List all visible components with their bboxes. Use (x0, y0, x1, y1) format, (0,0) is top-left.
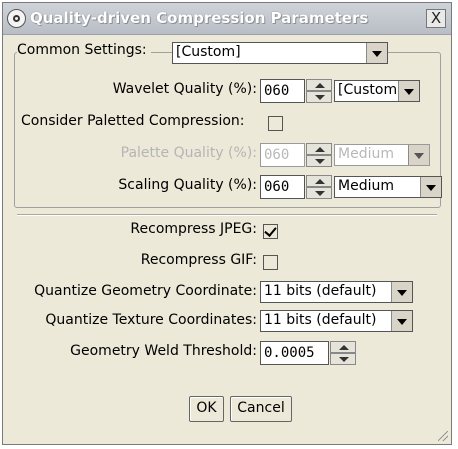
quantize-texture-label: Quantize Texture Coordinates: (45, 312, 257, 328)
paletted-compression-label: Consider Paletted Compression: (21, 113, 245, 129)
palette-quality-label: Palette Quality (%): (120, 145, 257, 161)
chevron-down-icon (391, 282, 412, 302)
scaling-quality-spinner[interactable] (306, 175, 332, 199)
palette-quality-spinner[interactable] (306, 143, 332, 167)
quantize-texture-dropdown[interactable]: 11 bits (default) (260, 310, 413, 332)
recompress-jpeg-label: Recompress JPEG: (130, 221, 257, 237)
chevron-down-icon (391, 311, 412, 331)
scaling-preset-value: Medium (338, 178, 394, 194)
resize-grip-icon[interactable] (438, 431, 448, 441)
spinner-down-icon[interactable] (306, 155, 332, 167)
chevron-down-icon (420, 177, 441, 197)
dialog-window: Quality-driven Compression Parameters X … (2, 2, 452, 445)
quantize-geometry-label: Quantize Geometry Coordinate: (34, 283, 257, 299)
ok-button[interactable]: OK (189, 396, 224, 422)
spinner-up-icon[interactable] (306, 143, 332, 155)
wavelet-preset-value: [Custom] (338, 82, 403, 98)
spinner-up-icon[interactable] (306, 175, 332, 187)
wavelet-quality-spinner[interactable] (306, 79, 332, 103)
scaling-quality-label: Scaling Quality (%): (118, 177, 257, 193)
common-settings-dropdown[interactable]: [Custom] (172, 42, 388, 64)
wavelet-quality-input[interactable]: 060 (260, 79, 305, 103)
wavelet-quality-label: Wavelet Quality (%): (112, 81, 257, 97)
quantize-texture-value: 11 bits (default) (264, 312, 377, 328)
chevron-down-icon (408, 145, 429, 165)
palette-quality-input[interactable]: 060 (260, 143, 305, 167)
spinner-down-icon[interactable] (330, 353, 356, 365)
recompress-gif-checkbox[interactable] (263, 255, 278, 270)
section-divider (17, 214, 437, 216)
close-button[interactable]: X (426, 9, 446, 28)
quantize-geometry-dropdown[interactable]: 11 bits (default) (260, 281, 413, 303)
spinner-up-icon[interactable] (306, 79, 332, 91)
common-settings-value: [Custom] (176, 44, 241, 60)
paletted-compression-checkbox[interactable] (268, 116, 283, 131)
window-title: Quality-driven Compression Parameters (30, 9, 369, 27)
spinner-down-icon[interactable] (306, 187, 332, 199)
common-settings-legend: Common Settings: (17, 42, 151, 58)
cancel-button[interactable]: Cancel (230, 396, 292, 422)
weld-threshold-input[interactable]: 0.0005 (260, 341, 329, 365)
recompress-jpeg-checkbox[interactable] (263, 224, 278, 239)
spinner-down-icon[interactable] (306, 91, 332, 103)
weld-threshold-spinner[interactable] (330, 341, 356, 365)
wavelet-preset-dropdown[interactable]: [Custom] (334, 80, 420, 102)
recompress-gif-label: Recompress GIF: (140, 252, 257, 268)
palette-preset-dropdown[interactable]: Medium (334, 144, 430, 166)
settings-icon (7, 9, 26, 28)
scaling-quality-input[interactable]: 060 (260, 175, 305, 199)
spinner-up-icon[interactable] (330, 341, 356, 353)
title-bar[interactable]: Quality-driven Compression Parameters X (3, 3, 451, 35)
scaling-preset-dropdown[interactable]: Medium (334, 176, 442, 198)
weld-threshold-label: Geometry Weld Threshold: (70, 343, 257, 359)
quantize-geometry-value: 11 bits (default) (264, 283, 377, 299)
chevron-down-icon (366, 43, 387, 63)
chevron-down-icon (398, 81, 419, 101)
palette-preset-value: Medium (338, 146, 394, 162)
